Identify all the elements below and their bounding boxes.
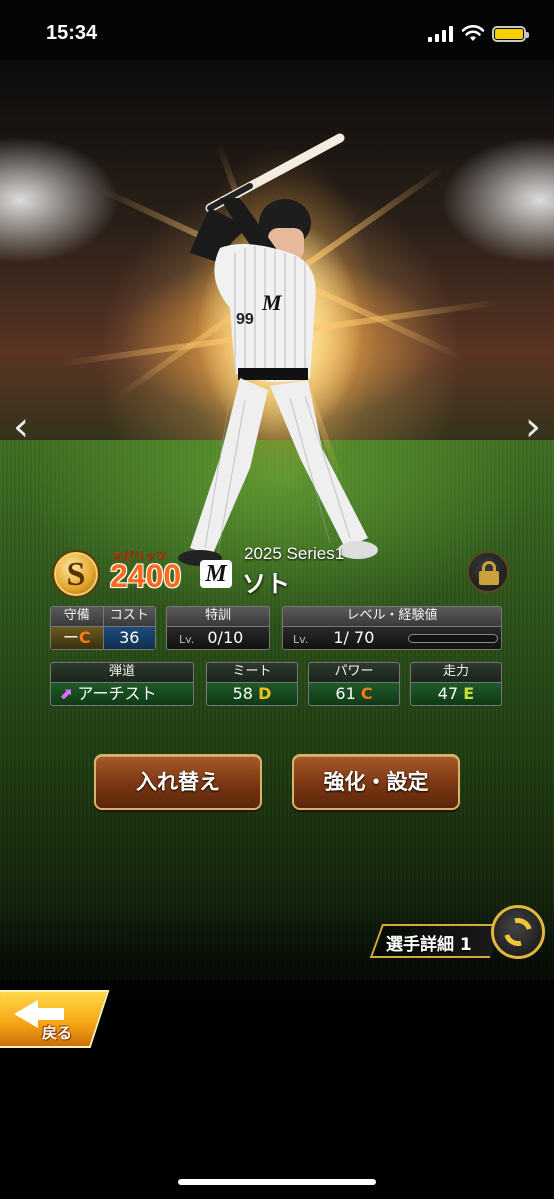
back-label[interactable]: 戻る <box>42 1022 72 1043</box>
rank-badge: S <box>52 550 100 598</box>
trajectory-value: アーチスト <box>77 684 157 703</box>
defense-header: 守備 <box>51 607 104 626</box>
power-header: パワー <box>308 662 400 682</box>
back-arrow-shaft <box>34 1008 64 1020</box>
speed-header: 走力 <box>410 662 502 682</box>
trajectory-header: 弾道 <box>50 662 194 682</box>
training-value: 0/10 <box>207 628 244 647</box>
wifi-icon <box>461 25 485 41</box>
cost-value: 36 <box>103 627 155 649</box>
level-value: 1/ 70 <box>333 628 375 647</box>
meet-value: 58 <box>232 684 253 703</box>
level-lv-label: Lv. <box>293 633 309 646</box>
defense-grade: C <box>78 628 91 647</box>
power-box: パワー 61 C <box>308 662 400 706</box>
trajectory-box: 弾道 ⬈ アーチスト <box>50 662 194 706</box>
enhance-settings-button[interactable]: 強化・設定 <box>292 754 460 810</box>
swap-icon[interactable] <box>491 905 545 959</box>
speed-value: 47 <box>437 684 459 703</box>
next-card-arrow-icon[interactable]: › <box>518 402 548 452</box>
power-grade: C <box>360 684 373 703</box>
battery-icon <box>492 26 529 42</box>
lock-button[interactable] <box>467 551 509 593</box>
player-detail-label[interactable]: 選手詳細 1 <box>386 930 472 955</box>
svg-text:M: M <box>261 290 283 315</box>
training-lv-label: Lv. <box>179 633 195 646</box>
level-header: レベル・経験値 <box>282 606 502 626</box>
defense-value: ー <box>62 628 79 647</box>
meet-grade: D <box>258 684 272 703</box>
speed-box: 走力 47 E <box>410 662 502 706</box>
team-logo: M <box>200 560 232 588</box>
player-image: 99 M <box>178 133 378 566</box>
defense-cost-box: 守備 コスト ーC 36 <box>50 606 156 650</box>
status-bar: 15:34 <box>0 0 554 60</box>
level-box: レベル・経験値 Lv. 1/ 70 <box>282 606 502 650</box>
previous-card-arrow-icon[interactable]: ‹ <box>6 402 36 452</box>
meet-box: ミート 58 D <box>206 662 298 706</box>
series-label: 2025 Series1 <box>244 544 345 563</box>
meet-header: ミート <box>206 662 298 682</box>
trajectory-arrow-icon: ⬈ <box>59 684 73 703</box>
spirits-value: 2400 <box>110 558 182 594</box>
cellular-signal-icon <box>428 26 454 42</box>
exp-bar <box>408 634 498 643</box>
jersey-number: 99 <box>236 311 254 328</box>
training-box: 特訓 Lv. 0/10 <box>166 606 270 650</box>
player-name: ソト <box>242 570 290 598</box>
home-indicator <box>178 1179 376 1185</box>
training-header: 特訓 <box>166 606 270 626</box>
cost-header: コスト <box>109 608 149 623</box>
defense-value-cell: ーC <box>51 627 104 649</box>
rank-letter: S <box>66 556 86 593</box>
power-value: 61 <box>335 684 356 703</box>
speed-grade: E <box>463 684 475 703</box>
status-time: 15:34 <box>46 22 98 44</box>
replace-button[interactable]: 入れ替え <box>94 754 262 810</box>
